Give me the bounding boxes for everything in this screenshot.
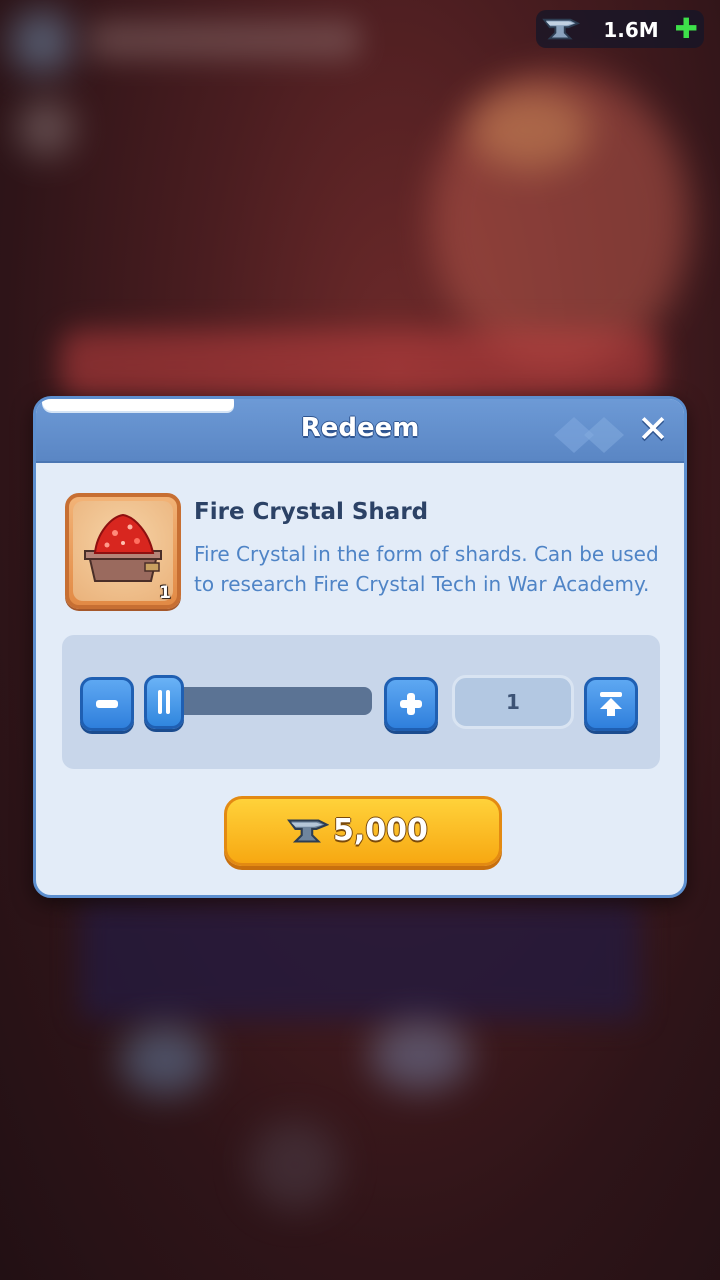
max-arrow-icon <box>600 692 622 716</box>
item-quantity-badge: 1 <box>159 583 171 603</box>
add-currency-button[interactable]: ✚ <box>675 15 698 43</box>
plus-icon <box>400 693 422 715</box>
quantity-slider-handle[interactable] <box>144 675 184 729</box>
quantity-slider-track[interactable] <box>164 687 372 715</box>
quantity-selector: 1 <box>62 635 660 769</box>
quantity-input[interactable]: 1 <box>452 675 574 729</box>
close-button[interactable]: ✕ <box>634 410 672 449</box>
redeem-button[interactable]: 5,000 <box>224 796 502 866</box>
currency-amount: 1.6M <box>603 18 659 42</box>
redeem-cost: 5,000 <box>333 813 428 848</box>
increase-button[interactable] <box>384 677 438 731</box>
currency-display: 1.6M ✚ <box>536 10 704 48</box>
dialog-title: Redeem <box>300 413 420 443</box>
item-description: Fire Crystal in the form of shards. Can … <box>194 542 659 596</box>
max-quantity-button[interactable] <box>584 677 638 731</box>
item-icon-frame: 1 <box>65 493 181 609</box>
decrease-button[interactable] <box>80 677 134 731</box>
plus-icon: ✚ <box>674 12 698 45</box>
snow-decoration <box>42 399 234 411</box>
close-icon: ✕ <box>637 407 669 451</box>
anvil-icon <box>287 819 329 843</box>
item-name: Fire Crystal Shard <box>194 499 429 525</box>
redeem-dialog: Redeem ✕ 1 Fire Crystal Shard Fire Cryst… <box>33 396 687 898</box>
minus-icon <box>96 700 118 708</box>
fire-crystal-shard-icon <box>84 513 162 582</box>
anvil-icon <box>542 18 580 40</box>
